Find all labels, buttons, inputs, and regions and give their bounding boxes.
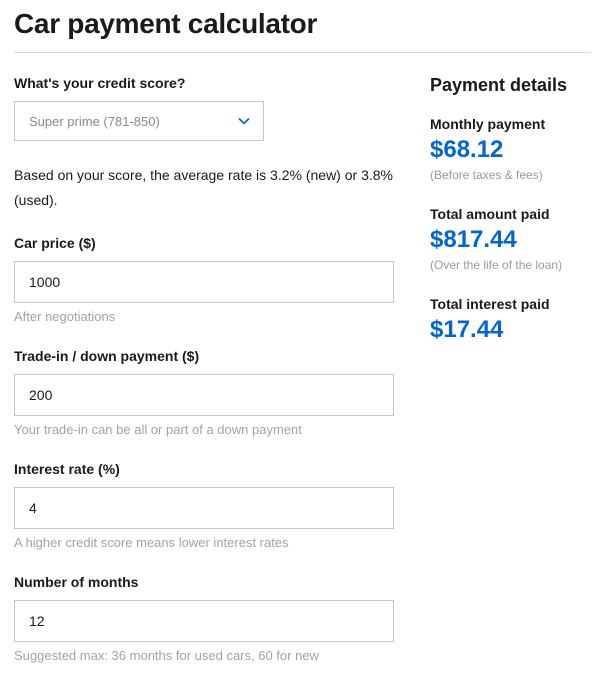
total-paid-note: (Over the life of the loan) xyxy=(430,258,591,272)
total-interest-value: $17.44 xyxy=(430,316,591,344)
credit-score-select[interactable]: Super prime (781-850) xyxy=(14,101,264,141)
months-helper: Suggested max: 36 months for used cars, … xyxy=(14,648,394,665)
trade-in-input[interactable] xyxy=(14,374,394,416)
monthly-payment-note: (Before taxes & fees) xyxy=(430,168,591,182)
interest-rate-input[interactable] xyxy=(14,487,394,529)
car-price-label: Car price ($) xyxy=(14,235,394,251)
rate-info-text: Based on your score, the average rate is… xyxy=(14,163,394,213)
interest-rate-helper: A higher credit score means lower intere… xyxy=(14,535,394,552)
interest-rate-label: Interest rate (%) xyxy=(14,461,394,477)
months-label: Number of months xyxy=(14,574,394,590)
monthly-payment-label: Monthly payment xyxy=(430,116,591,132)
trade-in-label: Trade-in / down payment ($) xyxy=(14,348,394,364)
divider xyxy=(14,52,591,53)
credit-score-selected-value: Super prime (781-850) xyxy=(29,114,160,129)
total-interest-label: Total interest paid xyxy=(430,296,591,312)
total-paid-value: $817.44 xyxy=(430,226,591,254)
monthly-payment-value: $68.12 xyxy=(430,136,591,164)
summary-title: Payment details xyxy=(430,75,591,96)
months-input[interactable] xyxy=(14,600,394,642)
form-column: What's your credit score? Super prime (7… xyxy=(14,75,394,665)
car-price-helper: After negotiations xyxy=(14,309,394,326)
car-price-input[interactable] xyxy=(14,261,394,303)
total-paid-label: Total amount paid xyxy=(430,206,591,222)
trade-in-helper: Your trade-in can be all or part of a do… xyxy=(14,422,394,439)
page-title: Car payment calculator xyxy=(14,8,591,40)
credit-score-label: What's your credit score? xyxy=(14,75,394,91)
summary-column: Payment details Monthly payment $68.12 (… xyxy=(430,75,591,665)
